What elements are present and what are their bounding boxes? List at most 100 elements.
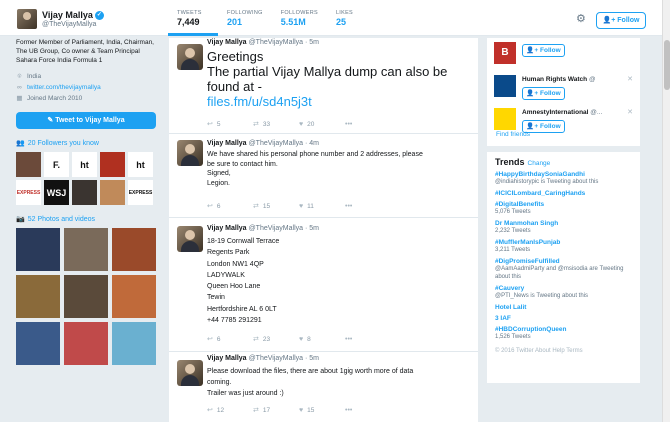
suggestion-avatar[interactable]: B bbox=[494, 42, 516, 64]
photo-thumbnail[interactable] bbox=[112, 275, 156, 318]
follow-label: Follow bbox=[540, 123, 561, 130]
stat-likes[interactable]: LIKES 25 bbox=[327, 0, 377, 36]
profile-name[interactable]: Vijay Mallya ✓ bbox=[42, 10, 104, 21]
stat-tweets[interactable]: TWEETS 7,449 bbox=[168, 0, 218, 36]
follower-avatar[interactable] bbox=[72, 180, 97, 205]
like-button[interactable]: ♥ 8 bbox=[299, 335, 345, 343]
tweet-handle: @TheVijayMallya · 5m bbox=[248, 225, 319, 232]
photos-videos-header[interactable]: 📷 52 Photos and videos bbox=[16, 215, 158, 224]
dismiss-icon[interactable]: ✕ bbox=[627, 75, 633, 83]
reply-button[interactable]: ↩ 5 bbox=[207, 120, 253, 129]
tweet-author[interactable]: Vijay Mallya bbox=[207, 39, 247, 46]
trend-name[interactable]: #MufflerManIsPunjab bbox=[495, 239, 632, 246]
location-row: ⌾ India bbox=[16, 71, 158, 82]
more-button[interactable]: ••• bbox=[345, 406, 391, 414]
tweet[interactable]: Vijay Mallya @TheVijayMallya · 5m 18-19 C… bbox=[169, 218, 478, 352]
photo-thumbnail[interactable] bbox=[16, 275, 60, 318]
suggestion-follow-button[interactable]: 👤+ Follow bbox=[522, 44, 565, 57]
photo-thumbnail[interactable] bbox=[64, 228, 108, 271]
suggestion-avatar[interactable] bbox=[494, 75, 516, 97]
retweet-button[interactable]: ⇄ 23 bbox=[253, 335, 299, 344]
more-button[interactable]: ••• bbox=[345, 202, 391, 210]
photo-thumbnail[interactable] bbox=[112, 228, 156, 271]
follow-button[interactable]: 👤+ Follow bbox=[596, 12, 646, 29]
trend-name[interactable]: #HappyBirthdaySoniaGandhi bbox=[495, 171, 632, 178]
tweet-avatar[interactable] bbox=[177, 140, 203, 166]
trend-item[interactable]: #HappyBirthdaySoniaGandhi @indiahistorypi… bbox=[495, 171, 632, 186]
trend-item[interactable]: Dr Manmohan Singh 2,232 Tweets bbox=[495, 220, 632, 235]
retweet-button[interactable]: ⇄ 15 bbox=[253, 202, 299, 211]
retweet-icon: ⇄ bbox=[253, 203, 259, 210]
suggestion-avatar[interactable] bbox=[494, 108, 516, 130]
like-button[interactable]: ♥ 15 bbox=[299, 406, 345, 414]
reply-button[interactable]: ↩ 6 bbox=[207, 335, 253, 344]
follower-avatar[interactable] bbox=[100, 180, 125, 205]
tweet[interactable]: Vijay Mallya @TheVijayMallya · 5m Greetin… bbox=[169, 38, 478, 134]
more-button[interactable]: ••• bbox=[345, 120, 391, 128]
trend-name[interactable]: #Cauvery bbox=[495, 285, 632, 292]
tweet-avatar[interactable] bbox=[177, 360, 203, 386]
suggestion-name[interactable]: AmnestyInternational @... bbox=[522, 109, 602, 116]
trend-name[interactable]: #HBDCorruptionQueen bbox=[495, 326, 632, 333]
stat-followers[interactable]: FOLLOWERS 5.51M bbox=[272, 0, 327, 36]
window-scrollbar[interactable] bbox=[662, 0, 670, 422]
photo-thumbnail[interactable] bbox=[64, 322, 108, 365]
like-button[interactable]: ♥ 20 bbox=[299, 120, 345, 128]
trend-name[interactable]: 3 IAF bbox=[495, 315, 632, 322]
tweet[interactable]: Vijay Mallya @TheVijayMallya · 4m We have… bbox=[169, 134, 478, 218]
trend-name[interactable]: Hotel Lalit bbox=[495, 304, 632, 311]
follower-avatar[interactable] bbox=[100, 152, 125, 177]
trend-item[interactable]: #DigitalBenefits 5,076 Tweets bbox=[495, 201, 632, 216]
footer-links[interactable]: © 2016 Twitter About Help Terms bbox=[495, 347, 632, 356]
stat-following[interactable]: FOLLOWING 201 bbox=[218, 0, 272, 36]
trend-name[interactable]: Dr Manmohan Singh bbox=[495, 220, 632, 227]
follower-avatar[interactable]: EXPRESS bbox=[16, 180, 41, 205]
trend-item[interactable]: 3 IAF bbox=[495, 315, 632, 322]
follower-avatar[interactable]: ht bbox=[128, 152, 153, 177]
tweet-to-button[interactable]: ✎ Tweet to Vijay Mallya bbox=[16, 112, 156, 129]
trend-name[interactable]: #DigitalBenefits bbox=[495, 201, 632, 208]
like-button[interactable]: ♥ 11 bbox=[299, 202, 345, 210]
followers-you-know-link[interactable]: 20 Followers you know bbox=[28, 140, 99, 147]
follower-avatar[interactable]: WSJ bbox=[44, 180, 69, 205]
tweet-avatar[interactable] bbox=[177, 226, 203, 252]
trend-item[interactable]: #MufflerManIsPunjab 3,211 Tweets bbox=[495, 239, 632, 254]
tweet-avatar[interactable] bbox=[177, 44, 203, 70]
follower-avatar[interactable]: EXPRESS bbox=[128, 180, 153, 205]
follower-avatar[interactable]: F. bbox=[44, 152, 69, 177]
tweet[interactable]: Vijay Mallya @TheVijayMallya · 5m Please … bbox=[169, 352, 478, 422]
trend-name[interactable]: #ICICILombard_CaringHands bbox=[495, 190, 632, 197]
trend-item[interactable]: #DigPromiseFulfilled @AamAadmiParty and @… bbox=[495, 258, 632, 281]
tweet-author[interactable]: Vijay Mallya bbox=[207, 140, 247, 147]
photo-thumbnail[interactable] bbox=[16, 228, 60, 271]
retweet-button[interactable]: ⇄ 33 bbox=[253, 120, 299, 129]
more-button[interactable]: ••• bbox=[345, 335, 391, 343]
trends-change-link[interactable]: Change bbox=[528, 160, 551, 167]
scrollbar-thumb[interactable] bbox=[664, 40, 670, 90]
trend-item[interactable]: #ICICILombard_CaringHands bbox=[495, 190, 632, 197]
find-friends-link[interactable]: Find friends bbox=[496, 131, 530, 138]
website-link[interactable]: twitter.com/thevijaymallya bbox=[27, 82, 101, 93]
dismiss-icon[interactable]: ✕ bbox=[627, 108, 633, 116]
retweet-button[interactable]: ⇄ 17 bbox=[253, 406, 299, 415]
tweet-author[interactable]: Vijay Mallya bbox=[207, 225, 247, 232]
reply-button[interactable]: ↩ 6 bbox=[207, 202, 253, 211]
follower-avatar[interactable] bbox=[16, 152, 41, 177]
trend-name[interactable]: #DigPromiseFulfilled bbox=[495, 258, 632, 265]
suggestion-name[interactable]: Human Rights Watch @ bbox=[522, 76, 596, 83]
gear-icon[interactable]: ⚙ bbox=[576, 12, 586, 25]
photo-thumbnail[interactable] bbox=[16, 322, 60, 365]
followers-you-know-header[interactable]: 👥 20 Followers you know bbox=[16, 139, 158, 148]
suggestion-follow-button[interactable]: 👤+ Follow bbox=[522, 87, 565, 100]
photo-thumbnail[interactable] bbox=[64, 275, 108, 318]
trend-item[interactable]: #Cauvery @PTI_News is Tweeting about this bbox=[495, 285, 632, 300]
photos-videos-link[interactable]: 52 Photos and videos bbox=[28, 216, 95, 223]
trend-item[interactable]: Hotel Lalit bbox=[495, 304, 632, 311]
trend-item[interactable]: #HBDCorruptionQueen 1,526 Tweets bbox=[495, 326, 632, 341]
profile-avatar-small[interactable] bbox=[17, 9, 37, 29]
tweet-author[interactable]: Vijay Mallya bbox=[207, 355, 247, 362]
tweet-link[interactable]: files.fm/u/sd4n5j3t bbox=[207, 94, 447, 109]
photo-thumbnail[interactable] bbox=[112, 322, 156, 365]
reply-button[interactable]: ↩ 12 bbox=[207, 406, 253, 415]
follower-avatar[interactable]: ht bbox=[72, 152, 97, 177]
